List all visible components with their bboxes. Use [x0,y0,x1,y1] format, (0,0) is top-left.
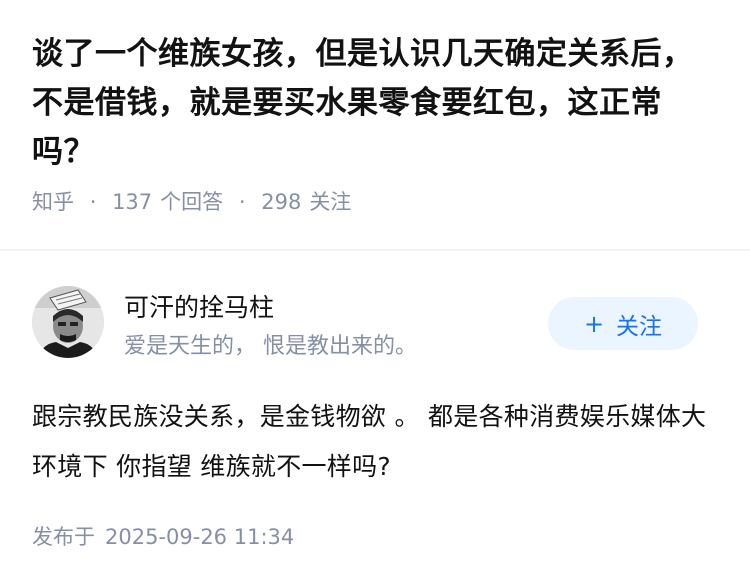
source-label[interactable]: 知乎 [32,190,74,214]
follow-label: 关注 [616,313,663,340]
author-bio: 爱是天生的， 恨是教出来的。 [124,334,417,359]
follower-count: 298 [261,190,302,214]
publish-label: 发布于 [32,525,95,549]
answer-content[interactable]: 跟宗教民族没关系，是金钱物欲 。 都是各种消费娱乐媒体大环境下 你指望 维族就不… [32,392,722,492]
answer-card: 可汗的拴马柱 爱是天生的， 恨是教出来的。 + 关注 跟宗教民族没关系，是金钱物… [32,250,722,492]
follower-count-label: 关注 [309,190,352,214]
avatar[interactable] [32,286,104,358]
plus-icon: + [583,309,605,338]
answer-count: 137 [112,190,153,214]
meta-separator: · [89,190,97,214]
follower-count-link[interactable]: 298 关注 [261,190,351,214]
answer-count-link[interactable]: 137 个回答 [112,190,223,214]
question-meta: 知乎 · 137 个回答 · 298 关注 [32,187,722,217]
author-info: 可汗的拴马柱 爱是天生的， 恨是教出来的。 + 关注 [32,250,722,360]
question-title[interactable]: 谈了一个维族女孩，但是认识几天确定关系后，不是借钱，就是要买水果零食要红包，这正… [32,30,722,177]
author-name[interactable]: 可汗的拴马柱 [124,288,274,324]
meta-separator: · [238,190,246,214]
question-header: 谈了一个维族女孩，但是认识几天确定关系后，不是借钱，就是要买水果零食要红包，这正… [32,30,722,217]
follow-button[interactable]: + 关注 [548,297,698,350]
answer-count-label: 个回答 [160,190,224,214]
publish-timestamp: 2025-09-26 11:34 [105,525,295,549]
avatar-portrait-icon [32,286,104,358]
publish-info: 发布于 2025-09-26 11:34 [32,521,294,551]
